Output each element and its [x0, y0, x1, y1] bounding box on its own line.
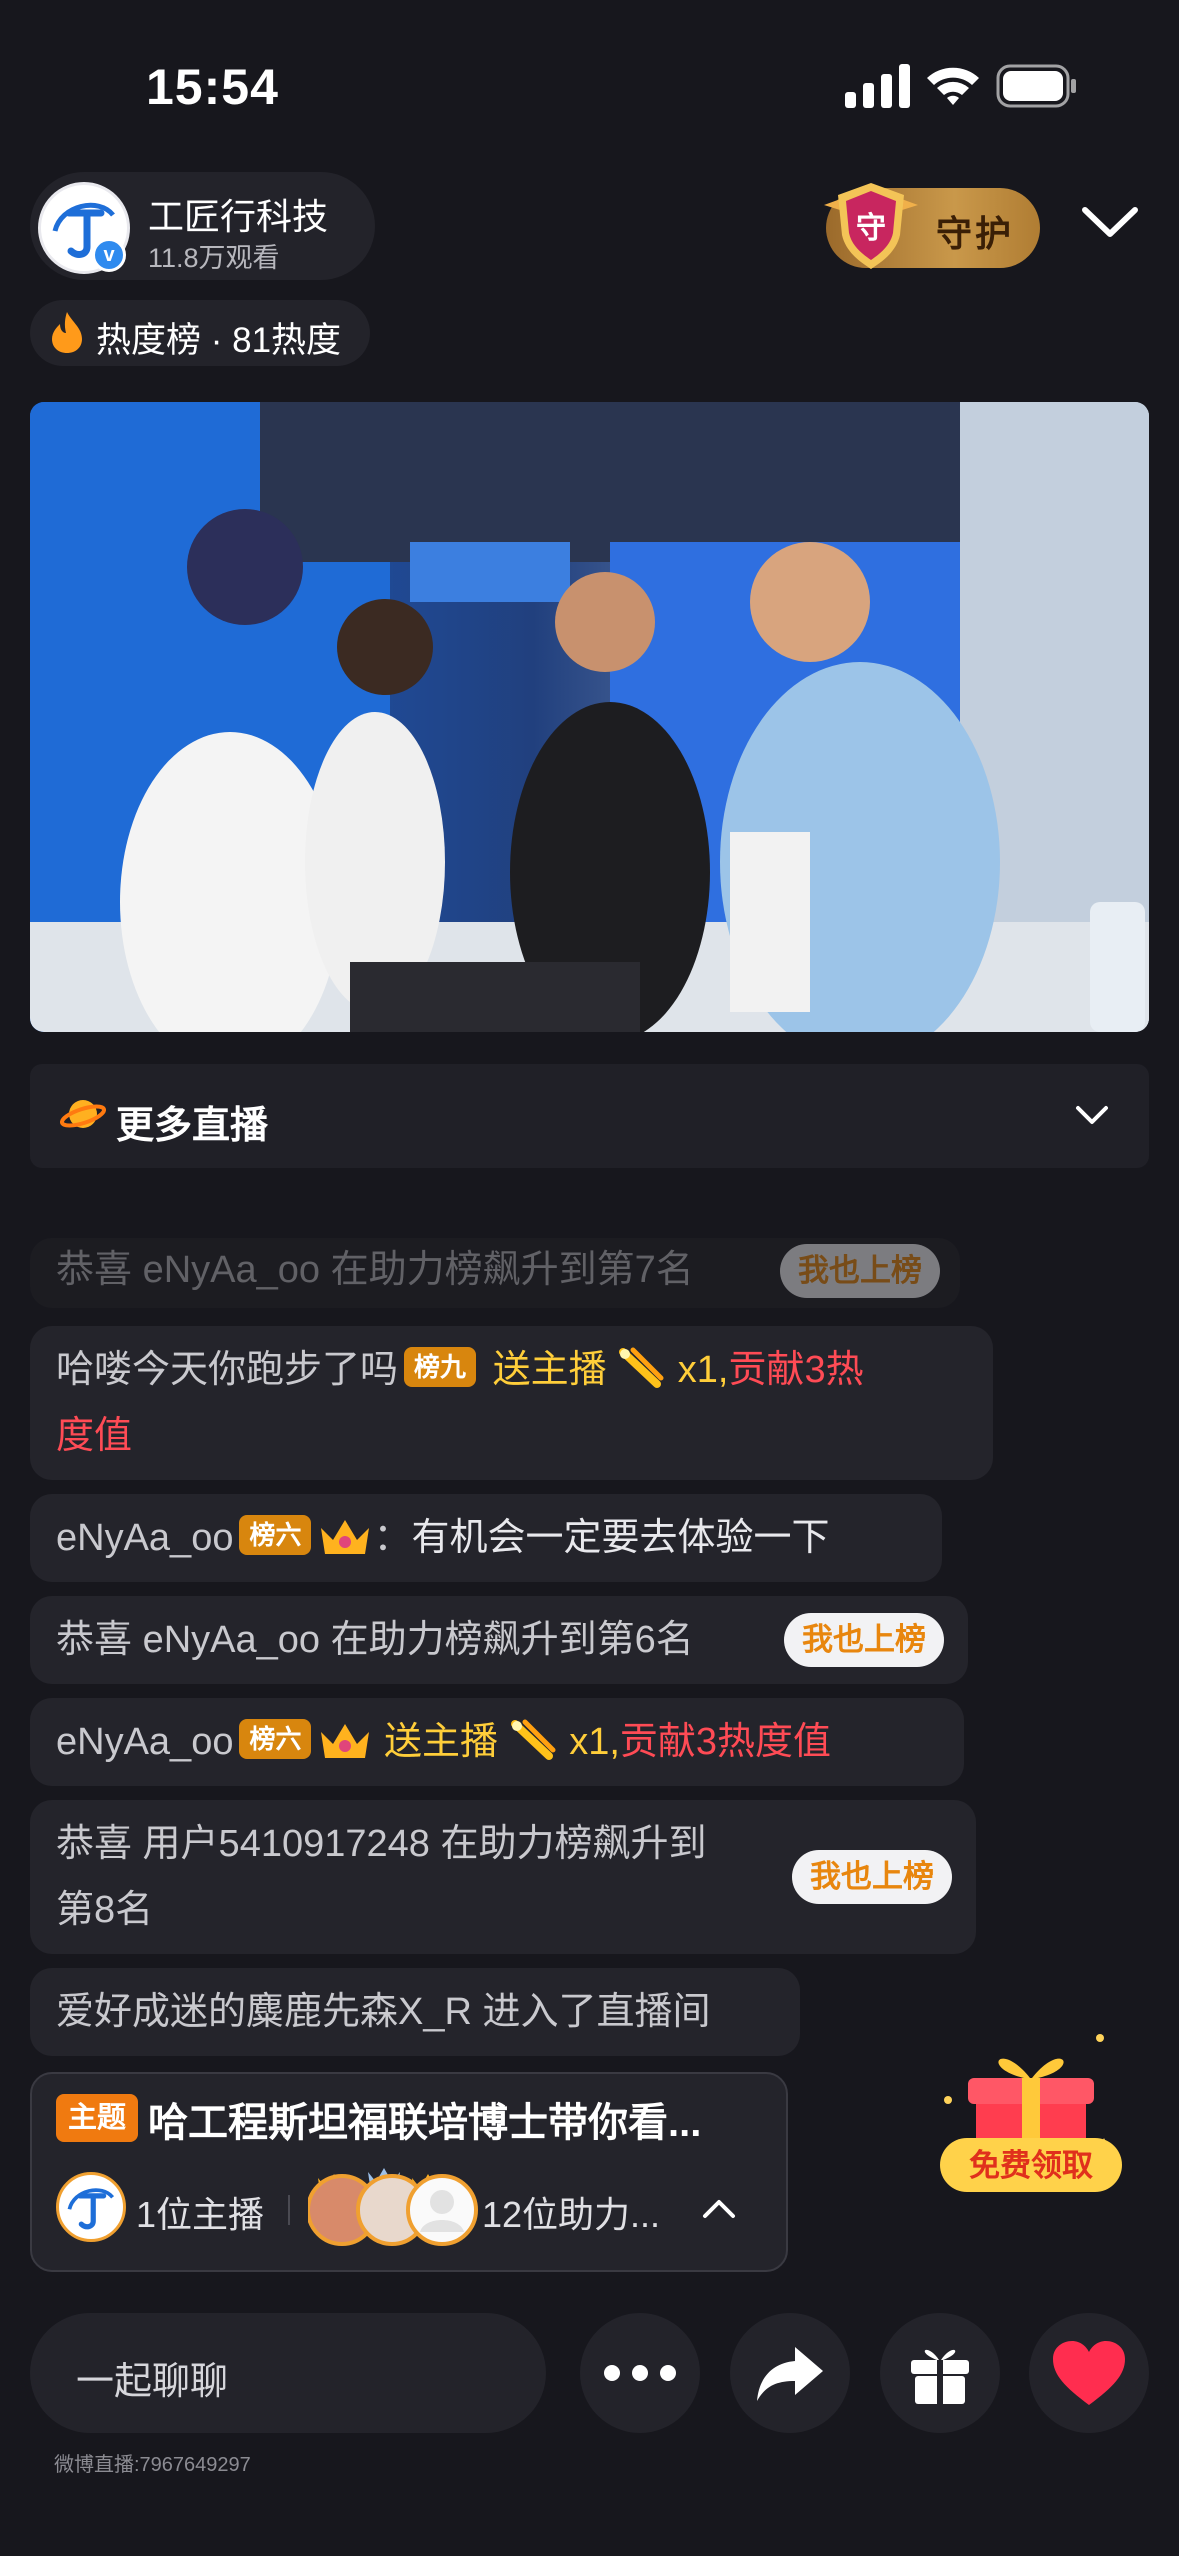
- status-time: 15:54: [146, 59, 279, 115]
- chat-username[interactable]: eNyAa_oo: [56, 1517, 233, 1559]
- contribution-text: 贡献3热: [728, 1349, 864, 1391]
- topic-helpers-count: 12位助力...: [482, 2194, 661, 2235]
- more-dots-icon: [604, 2365, 676, 2381]
- fire-icon: [52, 312, 82, 353]
- chat-rank-up-message: 恭喜 用户5410917248 在助力榜飙升到: [56, 1823, 707, 1865]
- room-id: 微博直播:7967649297: [54, 2454, 251, 2476]
- free-gift-promo[interactable]: 免费领取: [940, 2030, 1140, 2200]
- helper-avatars[interactable]: [308, 2152, 484, 2246]
- viewer-count: 11.8万观看: [148, 243, 280, 273]
- guard-label: 守护: [936, 213, 1015, 254]
- battery-icon: [996, 64, 1076, 108]
- chat-message: eNyAa_oo 榜六 ：有机会一定要去体验一下: [56, 1515, 830, 1559]
- glow-stick-gift-icon: [510, 1719, 556, 1760]
- join-rank-button[interactable]: 我也上榜: [784, 1613, 944, 1667]
- chat-gift-message: 哈喽今天你跑步了吗 榜九 送主播 x1,贡献3热: [56, 1338, 864, 1402]
- share-arrow-icon: [757, 2347, 823, 2401]
- contribution-text-wrap: 度值: [56, 1415, 133, 1457]
- like-button[interactable]: [1029, 2313, 1149, 2433]
- more-live-label: 更多直播: [116, 1105, 269, 1147]
- chat-message-faded: 恭喜 eNyAa_oo 在助力榜飙升到第7名: [56, 1249, 694, 1291]
- gift-text: 送主播: [492, 1349, 607, 1391]
- chat-gift-message: eNyAa_oo 榜六 送主播 x1,贡献3热度值: [56, 1710, 831, 1774]
- live-video-stream[interactable]: [30, 402, 1149, 1032]
- verified-badge: v: [92, 238, 126, 272]
- gift-count: x1,: [677, 1349, 729, 1391]
- chevron-down-icon[interactable]: [1072, 1100, 1112, 1130]
- rank-badge: 榜九: [404, 1347, 477, 1387]
- chat-rank-up-message-line2: 第8名: [56, 1889, 154, 1931]
- heart-icon: [1053, 2341, 1125, 2405]
- guard-shield-char: 守: [856, 211, 886, 246]
- gift-text: 送主播: [384, 1721, 499, 1763]
- topic-host-count: 1位主播: [136, 2194, 265, 2235]
- gift-count: x1,: [569, 1721, 620, 1763]
- cellular-signal-icon: [845, 64, 910, 108]
- divider: [288, 2195, 290, 2225]
- glow-stick-gift-icon: [619, 1347, 664, 1388]
- wifi-icon: [927, 67, 979, 105]
- topic-badge: 主题: [56, 2094, 139, 2142]
- share-button[interactable]: [730, 2313, 850, 2433]
- join-rank-button[interactable]: 我也上榜: [792, 1850, 952, 1904]
- free-gift-label: 免费领取: [969, 2148, 1093, 2184]
- chevron-up-icon[interactable]: [700, 2194, 738, 2220]
- gift-icon: [911, 2349, 969, 2404]
- topic-title[interactable]: 哈工程斯坦福联培博士带你看...: [148, 2090, 748, 2148]
- crown-icon: [321, 1724, 370, 1758]
- more-button[interactable]: [580, 2313, 700, 2433]
- chat-username[interactable]: eNyAa_oo: [56, 1721, 233, 1763]
- chat-enter-message: 爱好成迷的麋鹿先森X_R 进入了直播间: [56, 1991, 711, 2033]
- crown-icon: [321, 1520, 370, 1554]
- hot-rank-text: 热度榜 · 81热度: [96, 321, 342, 360]
- contribution-text: 贡献3热度值: [619, 1721, 832, 1763]
- host-name[interactable]: 工匠行科技: [148, 188, 328, 240]
- planet-icon: [60, 1100, 106, 1128]
- guard-shield-icon: 守: [824, 183, 918, 269]
- chat-text: 有机会一定要去体验一下: [411, 1517, 830, 1559]
- topic-host-avatar[interactable]: [56, 2172, 126, 2242]
- host-logo-icon: [67, 2188, 115, 2230]
- gift-button[interactable]: [880, 2313, 1000, 2433]
- join-rank-button[interactable]: 我也上榜: [780, 1244, 940, 1298]
- chat-username[interactable]: 哈喽今天你跑步了吗: [56, 1349, 398, 1391]
- chevron-down-icon[interactable]: [1080, 200, 1140, 244]
- rank-badge: 榜六: [239, 1719, 312, 1759]
- rank-badge: 榜六: [239, 1515, 312, 1555]
- chat-rank-up-message: 恭喜 eNyAa_oo 在助力榜飙升到第6名: [56, 1619, 694, 1661]
- chat-input-placeholder: 一起聊聊: [76, 2361, 229, 2403]
